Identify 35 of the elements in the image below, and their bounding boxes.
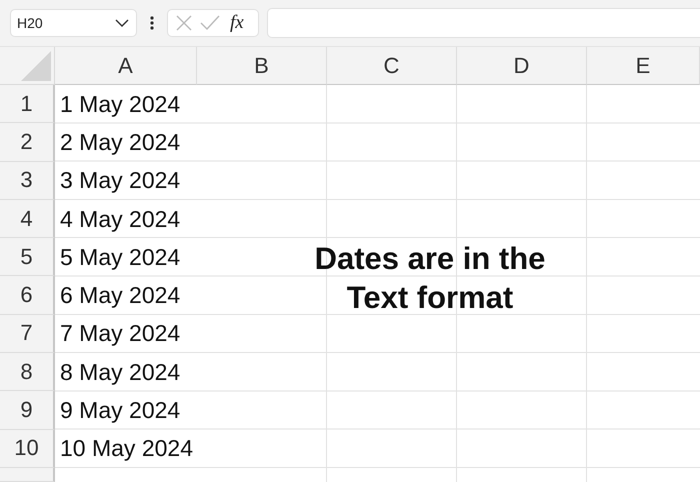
annotation-text: Dates are in the Text format (314, 240, 546, 317)
row-header[interactable]: 4 (0, 200, 55, 238)
name-box[interactable]: H20 (10, 9, 137, 37)
row-header[interactable] (0, 468, 55, 482)
row-header[interactable]: 6 (0, 276, 55, 315)
chevron-icon (115, 19, 129, 27)
row-header[interactable]: 8 (0, 353, 55, 392)
cell-text: 9 May 2024 (60, 397, 180, 424)
column-header[interactable]: D (457, 47, 587, 85)
row-header[interactable]: 10 (0, 430, 55, 468)
more-icon[interactable] (150, 16, 154, 30)
check-icon[interactable] (200, 15, 220, 31)
row-header[interactable]: 1 (0, 85, 55, 124)
cell-text: 2 May 2024 (60, 128, 180, 156)
column-header[interactable]: E (587, 47, 700, 85)
cell-text: 5 May 2024 (60, 244, 180, 271)
cell-text: 8 May 2024 (60, 358, 180, 386)
column-header[interactable]: B (197, 47, 327, 85)
row-header[interactable]: 5 (0, 238, 55, 276)
cell-text: 1 May 2024 (60, 90, 180, 118)
cell-text: 10 May 2024 (60, 435, 193, 462)
row-header[interactable]: 2 (0, 123, 55, 162)
cell-text: 7 May 2024 (60, 320, 180, 348)
row-header[interactable]: 7 (0, 314, 55, 354)
formula-field[interactable] (267, 8, 700, 38)
cell-text: 3 May 2024 (60, 167, 180, 194)
cell-text: 4 May 2024 (60, 206, 180, 233)
insert-function-button[interactable]: fx (230, 12, 244, 34)
row-header[interactable]: 9 (0, 391, 55, 430)
column-header[interactable]: C (327, 47, 457, 85)
row-header[interactable]: 3 (0, 162, 55, 200)
cancel-icon[interactable] (176, 15, 192, 31)
column-header[interactable]: A (55, 47, 197, 85)
cell-text: 6 May 2024 (60, 282, 180, 310)
select-all-button[interactable] (0, 47, 55, 85)
